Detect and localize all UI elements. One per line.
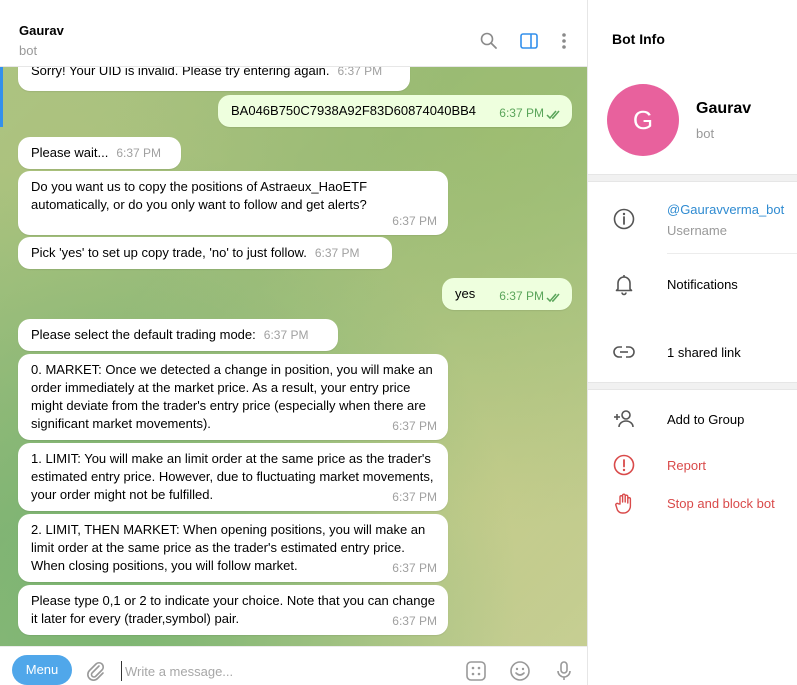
chat-title[interactable]: Gaurav	[19, 23, 64, 38]
profile-subtitle: bot	[696, 126, 715, 141]
message-text: Do you want us to copy the positions of …	[31, 179, 368, 212]
add-to-group-button[interactable]: Add to Group	[667, 412, 744, 427]
bell-icon	[612, 272, 636, 296]
message-time: 6:37 PM	[263, 328, 309, 342]
read-receipt-icon	[546, 110, 560, 120]
stop-and-block-button[interactable]: Stop and block bot	[667, 496, 775, 511]
link-icon	[612, 340, 636, 364]
message-time: 6:37 PM	[392, 214, 437, 228]
panel-title: Bot Info	[612, 31, 665, 47]
message-text: Please wait...	[31, 145, 109, 160]
section-divider	[588, 382, 797, 390]
message-time: 6:37 PM	[392, 490, 437, 504]
microphone-icon[interactable]	[553, 660, 575, 682]
message-text: Please select the default trading mode:	[31, 327, 256, 342]
username-label: Username	[667, 223, 727, 238]
message-text: Please type 0,1 or 2 to indicate your ch…	[31, 593, 435, 626]
message-text: 1. LIMIT: You will make an limit order a…	[31, 451, 434, 502]
message-incoming[interactable]: Pick 'yes' to set up copy trade, 'no' to…	[18, 237, 392, 269]
message-outgoing[interactable]: yes 6:37 PM	[442, 278, 572, 310]
message-incoming[interactable]: Please wait... 6:37 PM	[18, 137, 181, 169]
message-incoming[interactable]: 2. LIMIT, THEN MARKET: When opening posi…	[18, 514, 448, 582]
message-time: 6:37 PM	[337, 67, 383, 78]
message-time: 6:37 PM	[499, 106, 544, 120]
message-input[interactable]	[121, 661, 441, 681]
message-time: 6:37 PM	[392, 419, 437, 433]
attach-icon[interactable]	[84, 660, 106, 682]
message-text: yes	[455, 286, 476, 301]
avatar[interactable]: G	[607, 84, 679, 156]
message-incoming[interactable]: Please select the default trading mode: 6…	[18, 319, 338, 351]
message-incoming[interactable]: 0. MARKET: Once we detected a change in …	[18, 354, 448, 440]
message-incoming[interactable]: 1. LIMIT: You will make an limit order a…	[18, 443, 448, 511]
report-button[interactable]: Report	[667, 458, 706, 473]
username-link[interactable]: @Gauravverma_bot	[667, 202, 784, 217]
message-text: 2. LIMIT, THEN MARKET: When opening posi…	[31, 522, 426, 573]
sidebar-toggle-icon[interactable]	[519, 31, 539, 51]
section-divider	[588, 174, 797, 182]
message-time: 6:37 PM	[392, 614, 437, 628]
info-icon	[612, 207, 636, 231]
read-receipt-icon	[546, 293, 560, 303]
message-text: Sorry! Your UID is invalid. Please try e…	[31, 67, 330, 78]
chat-header: Gaurav bot	[0, 14, 587, 67]
message-incoming[interactable]: Do you want us to copy the positions of …	[18, 171, 448, 235]
bot-menu-button[interactable]: Menu	[12, 655, 72, 685]
message-list[interactable]: Sorry! Your UID is invalid. Please try e…	[0, 67, 587, 646]
message-incoming[interactable]: Sorry! Your UID is invalid. Please try e…	[18, 67, 410, 91]
add-user-icon	[612, 407, 636, 431]
message-time: 6:37 PM	[116, 146, 162, 160]
message-text: 0. MARKET: Once we detected a change in …	[31, 362, 433, 431]
chat-subtitle: bot	[19, 43, 38, 58]
profile-name: Gaurav	[696, 100, 752, 117]
notifications-toggle-row[interactable]: Notifications	[667, 277, 738, 292]
message-text: BA046B750C7938A92F83D60874040BB4	[231, 103, 477, 118]
emoji-icon[interactable]	[509, 660, 531, 682]
message-text: Pick 'yes' to set up copy trade, 'no' to…	[31, 245, 307, 260]
message-outgoing[interactable]: BA046B750C7938A92F83D60874040BB4 6:37 PM	[218, 95, 572, 127]
bot-commands-icon[interactable]	[465, 660, 487, 682]
message-time: 6:37 PM	[314, 246, 360, 260]
message-incoming[interactable]: Please type 0,1 or 2 to indicate your ch…	[18, 585, 448, 635]
bot-info-panel: Bot Info G Gaurav bot @Gauravverma_bot U…	[588, 0, 797, 685]
report-icon	[612, 453, 636, 477]
stop-hand-icon	[612, 491, 636, 515]
shared-links-row[interactable]: 1 shared link	[667, 345, 741, 360]
active-chat-indicator	[0, 67, 3, 127]
chat-pane: Gaurav bot Sorry! Your UID is invalid. P…	[0, 0, 588, 685]
message-composer: Menu	[0, 646, 587, 685]
more-options-icon[interactable]	[554, 31, 574, 51]
message-time: 6:37 PM	[499, 289, 544, 303]
message-time: 6:37 PM	[392, 561, 437, 575]
row-divider	[667, 253, 797, 254]
search-icon[interactable]	[479, 31, 499, 51]
